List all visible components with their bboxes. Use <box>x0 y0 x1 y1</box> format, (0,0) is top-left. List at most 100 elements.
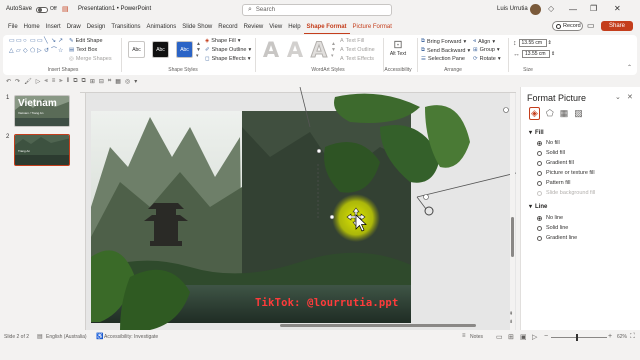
effects-tab-icon[interactable]: ⬠ <box>546 108 554 119</box>
tab-slide-show[interactable]: Slide Show <box>179 20 215 34</box>
tab-shape-format[interactable]: Shape Format <box>303 20 350 34</box>
tab-design[interactable]: Design <box>84 20 109 34</box>
rotate-button[interactable]: ⟳ Rotate ▾ <box>473 56 501 62</box>
restore-button[interactable]: ❐ <box>590 4 597 13</box>
align-center-icon[interactable]: ≡ <box>52 78 56 84</box>
start-slideshow-icon[interactable]: ▷ <box>36 78 41 85</box>
tab-view[interactable]: View <box>266 20 285 34</box>
normal-view-icon[interactable]: ▭ <box>496 333 503 341</box>
comment-icon[interactable]: ▭ <box>587 21 597 31</box>
line-option-gradient[interactable]: Gradient line <box>537 235 577 241</box>
text-fill-button[interactable]: A Text Fill <box>340 38 364 44</box>
spinner-icon[interactable]: ⇕ <box>551 51 555 57</box>
vertical-scrollbar[interactable] <box>511 217 514 257</box>
line-section-header[interactable]: ▾ Line <box>529 203 547 211</box>
wordart-scroll[interactable]: ▲ ▼ ▾ <box>331 41 336 59</box>
send-backward-button[interactable]: ⧉ Send Backward ▾ <box>421 47 470 54</box>
fill-option-pattern[interactable]: Pattern fill <box>537 180 595 186</box>
undo-icon[interactable]: ↶ <box>6 78 11 85</box>
slide-thumbnail-1[interactable]: Vietnam Vietnam / Trang An <box>14 95 70 127</box>
crop-icon[interactable]: ⌗ <box>108 78 111 85</box>
align-left-icon[interactable]: ⫷ <box>44 78 47 85</box>
redo-icon[interactable]: ↷ <box>15 78 20 85</box>
diamond-icon[interactable]: ◇ <box>548 4 554 13</box>
fill-option-solid[interactable]: Solid fill <box>537 150 595 156</box>
minimize-button[interactable]: — <box>569 5 577 14</box>
fill-section-header[interactable]: ▾ Fill <box>529 129 544 137</box>
wordart-style-2[interactable]: A <box>285 38 305 62</box>
autosave-toggle[interactable] <box>36 7 48 13</box>
shape-outline-button[interactable]: ✐ Shape Outline ▾ <box>205 47 251 53</box>
width-input[interactable]: 13.55 cm <box>522 50 550 58</box>
tab-picture-format[interactable]: Picture Format <box>350 20 395 34</box>
customize-icon[interactable]: ▾ <box>134 78 137 85</box>
bring-front-icon[interactable]: ⧉ <box>73 78 77 85</box>
tab-home[interactable]: Home <box>21 20 43 34</box>
close-button[interactable]: ✕ <box>614 4 621 13</box>
bring-forward-button[interactable]: ⧉ Bring Forward ▾ <box>421 38 466 45</box>
style-swatch-black[interactable]: Abc <box>152 41 169 58</box>
tab-file[interactable]: File <box>5 20 21 34</box>
search-box[interactable]: ⌕ Search <box>242 4 392 16</box>
text-outline-button[interactable]: A Text Outline <box>340 47 375 53</box>
picture-icon[interactable]: ▦ <box>115 78 121 85</box>
reading-view-icon[interactable]: ▣ <box>520 333 527 341</box>
line-option-solid[interactable]: Solid line <box>537 225 577 231</box>
line-option-no-line[interactable]: No line <box>537 215 577 221</box>
pane-close-icon[interactable]: ✕ <box>627 93 633 101</box>
fit-slide-icon[interactable]: ⛶ <box>630 333 635 341</box>
style-swatch-blue[interactable]: Abc <box>176 41 193 58</box>
align-button[interactable]: ⫷ Align ▾ <box>473 38 495 45</box>
tab-record[interactable]: Record <box>215 20 240 34</box>
zoom-slider-thumb[interactable] <box>576 334 578 341</box>
alt-text-button[interactable]: ⊡ Alt Text <box>387 38 409 57</box>
slide-sorter-icon[interactable]: ⊞ <box>508 333 514 341</box>
shape-effects-button[interactable]: ◻ Shape Effects ▾ <box>205 56 251 62</box>
spellcheck-icon[interactable]: ▤ <box>37 333 43 340</box>
pane-options-icon[interactable]: ⌄ <box>615 93 621 101</box>
tab-transitions[interactable]: Transitions <box>108 20 143 34</box>
shapes-gallery[interactable]: ▭ ▭ ○ ▭ ▭ ╲ ↘ ↗ △ ▱ ◇ ⬠ ▷ ↺ ⌒ ☆ <box>9 38 63 56</box>
group-objects-icon[interactable]: ⊞ <box>90 78 95 85</box>
prev-slide-icon[interactable]: ⇞ <box>509 311 513 317</box>
record-button[interactable]: Record <box>552 21 583 31</box>
zoom-in-icon[interactable]: + <box>608 333 612 340</box>
text-effects-button[interactable]: A Text Effects <box>340 56 374 62</box>
format-painter-icon[interactable]: 🖌 <box>24 78 32 85</box>
save-icon[interactable]: ▤ <box>62 5 69 13</box>
next-slide-icon[interactable]: ⇟ <box>509 319 513 325</box>
merge-icon[interactable]: ◎ <box>125 78 130 85</box>
styles-scroll[interactable]: ▲ ▼ ▾ <box>196 41 201 59</box>
tab-draw[interactable]: Draw <box>64 20 84 34</box>
zoom-out-icon[interactable]: − <box>544 333 548 340</box>
group-button[interactable]: ⊞ Group ▾ <box>473 47 500 53</box>
text-box-button[interactable]: ▤ Text Box <box>69 47 97 53</box>
style-swatch-white[interactable]: Abc <box>128 41 145 58</box>
wordart-style-1[interactable]: A <box>261 38 281 62</box>
shape-fill-button[interactable]: ◈ Shape Fill ▾ <box>205 38 240 44</box>
tab-animations[interactable]: Animations <box>144 20 180 34</box>
tab-help[interactable]: Help <box>285 20 303 34</box>
fill-option-picture-texture[interactable]: Picture or texture fill <box>537 170 595 176</box>
slide-canvas[interactable]: TikTok: @lourrutia.ppt ⇞ ⇟ <box>80 87 516 330</box>
fill-line-tab-icon[interactable]: ◈ <box>529 107 540 120</box>
tab-review[interactable]: Review <box>241 20 267 34</box>
size-properties-tab-icon[interactable]: ▦ <box>560 108 569 119</box>
slideshow-view-icon[interactable]: ▷ <box>532 333 537 341</box>
spinner-icon[interactable]: ⇕ <box>548 40 552 46</box>
fill-option-gradient[interactable]: Gradient fill <box>537 160 595 166</box>
fill-option-no-fill[interactable]: No fill <box>537 140 595 146</box>
distribute-icon[interactable]: ⦀ <box>67 78 70 85</box>
edit-shape-button[interactable]: ✎ Edit Shape <box>69 38 103 44</box>
notes-button[interactable]: Notes <box>470 334 483 340</box>
ungroup-icon[interactable]: ⊟ <box>99 78 104 85</box>
merge-shapes-button[interactable]: ◎ Merge Shapes <box>69 56 112 62</box>
selection-pane-button[interactable]: ☰ Selection Pane <box>421 56 465 62</box>
horizontal-scrollbar[interactable] <box>280 324 476 327</box>
picture-tab-icon[interactable]: ▨ <box>574 108 583 119</box>
accessibility-status[interactable]: Accessibility: Investigate <box>104 334 158 340</box>
avatar[interactable] <box>530 4 541 15</box>
zoom-slider-track[interactable] <box>551 337 607 338</box>
height-input[interactable]: 13.55 cm <box>518 39 547 47</box>
zoom-level[interactable]: 62% <box>617 334 627 340</box>
